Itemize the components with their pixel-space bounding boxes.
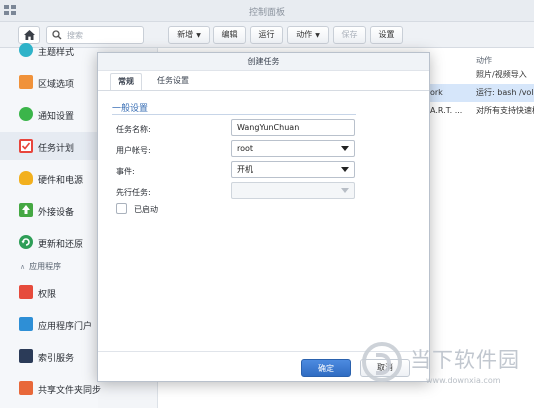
chevron-up-icon: ∧ xyxy=(20,263,26,271)
sidebar-item-task-scheduler[interactable]: 任务计划 xyxy=(0,132,98,160)
enabled-checkbox[interactable] xyxy=(116,203,127,214)
sidebar-item-notification[interactable]: 通知设置 xyxy=(0,100,98,128)
window-title: 控制面板 xyxy=(248,8,285,18)
action-button[interactable]: 动作 ▼ xyxy=(287,26,329,44)
portal-icon xyxy=(19,317,33,331)
sidebar-item-label: 任务计划 xyxy=(38,144,75,154)
chevron-down-icon: ▼ xyxy=(315,32,320,39)
sidebar-item-label: 索引服务 xyxy=(38,354,75,364)
calendar-icon xyxy=(19,139,33,153)
pre-task-select[interactable] xyxy=(231,182,355,199)
task-name-label: 任务名称: xyxy=(116,125,151,134)
ok-button[interactable]: 确定 xyxy=(301,359,351,377)
sidebar-item-permissions[interactable]: 权限 xyxy=(0,278,98,306)
task-name-input[interactable]: WangYunChuan xyxy=(231,119,355,136)
index-icon xyxy=(19,349,33,363)
chevron-down-icon xyxy=(341,188,349,193)
sidebar-item-region[interactable]: 区域选项 xyxy=(0,68,98,96)
table-cell: 照片/视频导入 xyxy=(476,70,527,79)
theme-icon xyxy=(19,43,33,57)
sidebar-item-hardware[interactable]: 硬件和电源 xyxy=(0,164,98,192)
watermark-logo-icon xyxy=(362,342,402,382)
create-task-dialog: 创建任务 常规 任务设置 一般设置 任务名称: WangYunChuan 用户帐… xyxy=(97,52,430,382)
notification-icon xyxy=(19,107,33,121)
section-label: 应用程序 xyxy=(29,262,62,271)
folder-sync-icon xyxy=(19,381,33,395)
watermark-brand: 当下软件园 xyxy=(410,348,520,372)
sidebar: 主题样式 区域选项 通知设置 任务计划 硬件和电源 外接设备 更新和还原 ∧ 应用… xyxy=(0,43,102,408)
sidebar-item-label: 共享文件夹同步 xyxy=(38,386,102,396)
chevron-down-icon xyxy=(341,167,349,172)
section-divider xyxy=(112,114,356,115)
table-row[interactable]: ork 运行: bash /volu xyxy=(430,84,534,102)
sidebar-item-label: 应用程序门户 xyxy=(38,322,93,332)
tab-general[interactable]: 常规 xyxy=(110,73,142,91)
user-select-value: root xyxy=(237,144,254,153)
table-cell: ork xyxy=(430,88,443,97)
edit-button[interactable]: 编辑 xyxy=(213,26,246,44)
watermark: 当下软件园 www.downxia.com xyxy=(356,340,534,408)
sidebar-item-label: 外接设备 xyxy=(38,208,75,218)
sidebar-item-label: 更新和还原 xyxy=(38,240,84,250)
permission-icon xyxy=(19,285,33,299)
sidebar-item-theme[interactable]: 主题样式 xyxy=(0,36,98,64)
table-cell: 运行: bash /volu xyxy=(476,88,534,97)
event-select[interactable]: 开机 xyxy=(231,161,355,178)
section-title: 一般设置 xyxy=(112,104,149,114)
table-cell: 对所有支持快速检 xyxy=(476,106,534,115)
pre-task-label: 先行任务: xyxy=(116,188,151,197)
sidebar-item-external-devices[interactable]: 外接设备 xyxy=(0,196,98,224)
save-button[interactable]: 保存 xyxy=(333,26,366,44)
sidebar-item-label: 区域选项 xyxy=(38,80,75,90)
sidebar-item-label: 主题样式 xyxy=(38,48,75,58)
chevron-down-icon: ▼ xyxy=(196,32,201,39)
tab-task-settings[interactable]: 任务设置 xyxy=(150,73,196,91)
table-row[interactable]: 照片/视频导入 xyxy=(430,66,534,84)
watermark-url: www.downxia.com xyxy=(426,376,501,385)
update-icon xyxy=(19,235,33,249)
upload-icon xyxy=(19,203,33,217)
table-cell: A.R.T. ... xyxy=(430,106,463,115)
sidebar-item-label: 硬件和电源 xyxy=(38,176,84,186)
dialog-title: 创建任务 xyxy=(98,53,429,71)
user-label: 用户帐号: xyxy=(116,146,151,155)
event-select-value: 开机 xyxy=(237,165,253,174)
region-icon xyxy=(19,75,33,89)
table-row[interactable]: A.R.T. ... 对所有支持快速检 xyxy=(430,102,534,120)
add-button[interactable]: 新增 ▼ xyxy=(168,26,210,44)
column-header-action[interactable]: 动作 xyxy=(476,55,492,66)
title-bar: 控制面板 xyxy=(0,0,534,22)
sidebar-item-label: 权限 xyxy=(38,290,57,300)
user-select[interactable]: root xyxy=(231,140,355,157)
sidebar-item-app-portal[interactable]: 应用程序门户 xyxy=(0,310,98,338)
lightbulb-icon xyxy=(19,171,33,185)
enabled-label: 已启动 xyxy=(134,205,158,214)
sidebar-item-index-service[interactable]: 索引服务 xyxy=(0,342,98,370)
sidebar-item-update-restore[interactable]: 更新和还原 xyxy=(0,228,98,256)
event-label: 事件: xyxy=(116,167,135,176)
sidebar-section-applications[interactable]: ∧ 应用程序 xyxy=(20,261,61,272)
run-button[interactable]: 运行 xyxy=(250,26,283,44)
chevron-down-icon xyxy=(341,146,349,151)
settings-button[interactable]: 设置 xyxy=(370,26,403,44)
tab-divider xyxy=(98,90,429,91)
sidebar-item-folder-sync[interactable]: 共享文件夹同步 xyxy=(0,374,102,402)
sidebar-item-label: 通知设置 xyxy=(38,112,75,122)
